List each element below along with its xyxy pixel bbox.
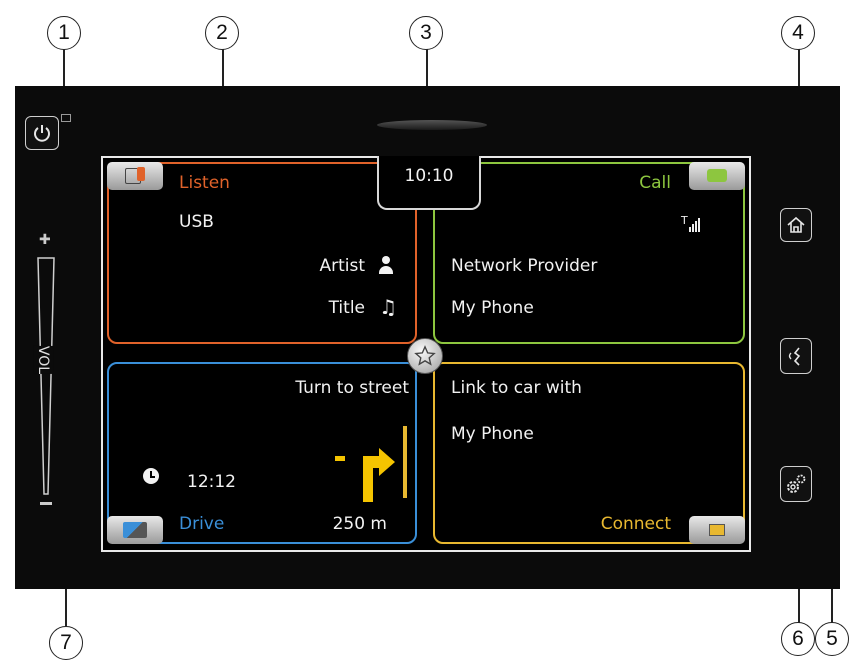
connect-line1: Link to car with: [451, 378, 582, 398]
volume-label: VOL: [33, 345, 54, 375]
drive-tile[interactable]: Turn to street 12:12 Drive 250 m: [107, 362, 417, 544]
callout-5: 5: [815, 622, 849, 656]
person-icon: [377, 256, 395, 274]
call-title: Call: [639, 173, 671, 193]
settings-icon: [787, 474, 806, 493]
mute-icon: [61, 114, 71, 122]
signal-icon: T: [681, 214, 701, 232]
disc-slot[interactable]: [377, 120, 487, 130]
volume-up-icon: ✚: [39, 232, 51, 248]
volume-down-icon: [40, 502, 52, 505]
connect-tile[interactable]: Link to car with My Phone Connect: [433, 362, 745, 544]
connect-line2: My Phone: [451, 424, 534, 444]
phone-icon: [707, 169, 727, 182]
call-tab: [689, 162, 745, 190]
clock-display: 10:10: [377, 156, 481, 210]
listen-tab: [107, 162, 163, 190]
display-screen: Listen USB Artist Title ♫ Call T Network…: [101, 156, 751, 552]
power-button[interactable]: [25, 116, 59, 150]
listen-artist: Artist: [319, 256, 365, 276]
voice-icon: [788, 347, 801, 366]
drive-title: Drive: [179, 514, 225, 534]
voice-button[interactable]: [780, 338, 812, 374]
connect-tab: [689, 516, 745, 544]
music-note-icon: ♫: [379, 295, 397, 319]
favorites-button[interactable]: [407, 338, 443, 374]
listen-track: Title: [328, 298, 365, 318]
callout-2: 2: [205, 16, 239, 50]
turn-right-arrow-icon: [335, 426, 407, 502]
call-provider: Network Provider: [451, 256, 598, 276]
drive-distance: 250 m: [332, 514, 387, 534]
navigation-icon: [123, 522, 147, 538]
drive-tab: [107, 516, 163, 544]
device-link-icon: [709, 524, 725, 536]
call-phone: My Phone: [451, 298, 534, 318]
callout-6: 6: [781, 622, 815, 656]
callout-4: 4: [781, 16, 815, 50]
callout-1: 1: [47, 16, 81, 50]
drive-instruction: Turn to street: [295, 378, 409, 398]
volume-slider[interactable]: ✚ VOL: [31, 232, 61, 522]
listen-tile[interactable]: Listen USB Artist Title ♫: [107, 162, 417, 344]
drive-eta: 12:12: [187, 472, 236, 492]
power-icon: [34, 125, 50, 142]
listen-source: USB: [179, 212, 214, 232]
star-icon: [414, 345, 436, 366]
home-icon: [787, 216, 805, 233]
callout-3: 3: [409, 16, 443, 50]
callout-7: 7: [49, 626, 83, 660]
settings-button[interactable]: [780, 466, 812, 502]
listen-title: Listen: [179, 173, 230, 193]
connect-title: Connect: [600, 514, 671, 534]
home-button[interactable]: [780, 208, 812, 242]
clock-time: 10:10: [404, 166, 454, 186]
clock-icon: [143, 468, 159, 484]
